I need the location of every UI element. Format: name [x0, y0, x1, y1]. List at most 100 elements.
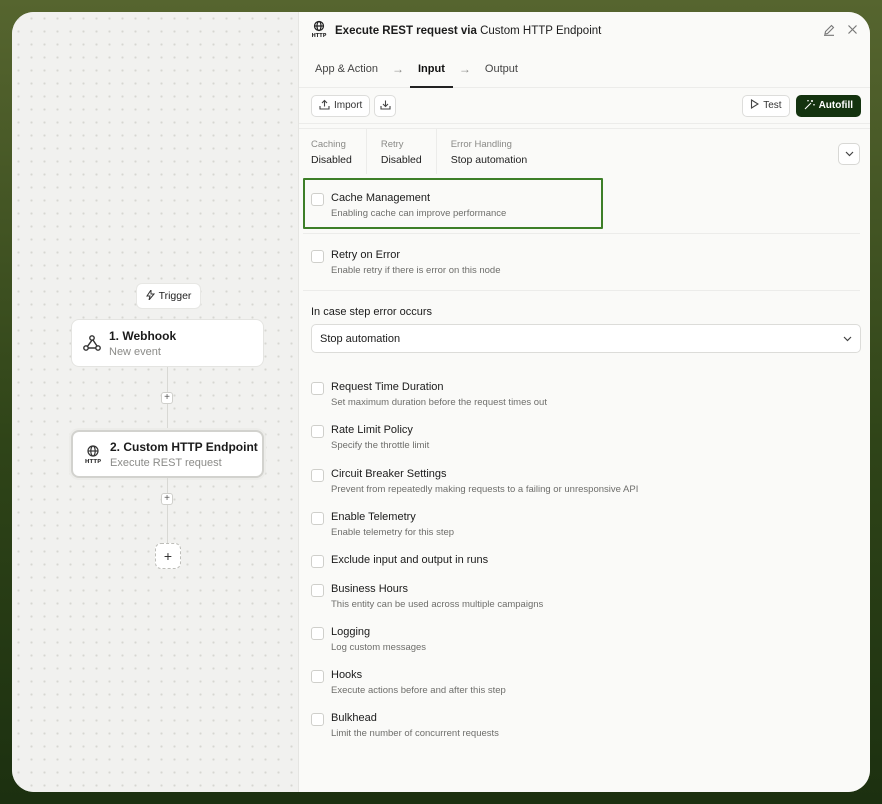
download-icon — [380, 99, 391, 113]
option-hooks[interactable]: Hooks Execute actions before and after th… — [311, 669, 506, 696]
option-desc: Specify the throttle limit — [331, 440, 430, 451]
option-title: Cache Management — [331, 192, 431, 204]
summary-label: Retry — [380, 139, 404, 150]
node-title: 1. Webhook — [109, 328, 177, 343]
summary-label: Caching — [311, 139, 346, 150]
http-globe-icon: HTTP — [311, 20, 327, 43]
option-title: Exclude input and output in runs — [331, 554, 489, 566]
option-desc: Execute actions before and after this st… — [331, 685, 506, 696]
option-title: Logging — [331, 626, 371, 638]
summary-error-handling: Error Handling Stop automation — [451, 129, 541, 174]
chevron-down-icon — [843, 333, 852, 345]
option-title: Business Hours — [331, 583, 409, 595]
step-config-panel: HTTP Execute REST request via Custom HTT… — [298, 12, 870, 792]
option-cache-management[interactable]: Cache Management Enabling cache can impr… — [311, 192, 506, 219]
option-title: Retry on Error — [331, 249, 401, 261]
circuit-breaker-settings-checkbox[interactable] — [311, 469, 324, 482]
error-handling-value: Stop automation — [320, 332, 401, 345]
option-title: Request Time Duration — [331, 381, 444, 393]
chevron-down-icon — [845, 149, 854, 160]
option-logging[interactable]: Logging Log custom messages — [311, 626, 426, 653]
svg-text:HTTP: HTTP — [85, 459, 101, 464]
connector-line — [167, 478, 168, 544]
download-button[interactable] — [374, 94, 397, 117]
divider — [303, 233, 860, 234]
upload-icon — [319, 99, 330, 113]
option-retry-on-error[interactable]: Retry on Error Enable retry if there is … — [311, 249, 501, 276]
node-subtitle: New event — [109, 345, 161, 358]
option-circuit-breaker-settings[interactable]: Circuit Breaker Settings Prevent from rep… — [311, 468, 638, 495]
summary-value: Stop automation — [450, 154, 528, 166]
node-subtitle: Execute REST request — [110, 456, 222, 469]
trigger-label: Trigger — [158, 290, 192, 302]
step-tabs: App & Action → Input → Output — [299, 50, 870, 88]
play-icon — [750, 99, 760, 112]
svg-text:HTTP: HTTP — [312, 33, 327, 38]
cache-management-checkbox[interactable] — [311, 193, 324, 206]
tab-input[interactable]: Input — [410, 50, 453, 88]
panel-title-app: Custom HTTP Endpoint — [480, 25, 602, 37]
logging-checkbox[interactable] — [311, 627, 324, 640]
node-webhook[interactable]: 1. Webhook New event — [71, 319, 264, 367]
test-button[interactable]: Test — [742, 94, 790, 117]
option-bulkhead[interactable]: Bulkhead Limit the number of concurrent r… — [311, 712, 499, 739]
add-step-button[interactable]: + — [161, 493, 173, 505]
panel-title: Execute REST request via Custom HTTP End… — [335, 25, 601, 37]
panel-toolbar: Import Test Autofill — [299, 88, 870, 124]
request-time-duration-checkbox[interactable] — [311, 382, 324, 395]
hooks-checkbox[interactable] — [311, 670, 324, 683]
error-handling-select[interactable]: Stop automation — [311, 324, 861, 353]
add-node-button[interactable]: + — [155, 543, 181, 569]
retry-on-error-checkbox[interactable] — [311, 250, 324, 263]
option-exclude-input-and-output-in-runs[interactable]: Exclude input and output in runs — [311, 554, 488, 568]
option-desc: This entity can be used across multiple … — [331, 599, 544, 610]
add-step-button[interactable]: + — [161, 392, 173, 404]
option-title: Circuit Breaker Settings — [331, 468, 447, 480]
autofill-button[interactable]: Autofill — [795, 94, 861, 117]
app-frame: Trigger 1. Webhook New event + HTTP 2. C… — [12, 12, 870, 792]
magic-wand-icon — [804, 99, 815, 113]
node-custom-http-endpoint[interactable]: HTTP 2. Custom HTTP Endpoint Execute RES… — [71, 430, 264, 478]
arrow-right-icon: → — [392, 61, 404, 76]
summary-retry: Retry Disabled — [381, 129, 437, 174]
option-title: Bulkhead — [331, 712, 377, 724]
edit-icon[interactable] — [823, 24, 835, 39]
arrow-right-icon: → — [458, 61, 471, 76]
http-globe-icon: HTTP — [82, 443, 104, 465]
summary-value: Disabled — [380, 154, 422, 166]
node-title: 2. Custom HTTP Endpoint — [110, 439, 258, 454]
import-button[interactable]: Import — [311, 94, 371, 117]
option-title: Hooks — [331, 669, 363, 681]
option-desc: Prevent from repeatedly making requests … — [331, 484, 639, 495]
option-enable-telemetry[interactable]: Enable Telemetry Enable telemetry for thi… — [311, 511, 454, 538]
option-business-hours[interactable]: Business Hours This entity can be used ac… — [311, 583, 543, 610]
option-title: Rate Limit Policy — [331, 424, 413, 436]
option-rate-limit-policy[interactable]: Rate Limit Policy Specify the throttle li… — [311, 424, 429, 451]
webhook-icon — [81, 332, 103, 354]
rate-limit-policy-checkbox[interactable] — [311, 425, 324, 438]
option-desc: Enabling cache can improve performance — [331, 208, 507, 219]
bulkhead-checkbox[interactable] — [311, 713, 324, 726]
test-label: Test — [763, 100, 782, 111]
exclude-input-and-output-in-runs-checkbox[interactable] — [311, 555, 324, 568]
divider — [303, 290, 860, 291]
summary-label: Error Handling — [450, 139, 512, 150]
panel-title-action: Execute REST request via — [335, 25, 477, 37]
option-desc: Enable retry if there is error on this n… — [331, 265, 501, 276]
business-hours-checkbox[interactable] — [311, 584, 324, 597]
option-desc: Log custom messages — [331, 642, 427, 653]
collapse-settings-button[interactable] — [838, 143, 860, 165]
settings-summary: Caching Disabled Retry Disabled Error Ha… — [299, 128, 870, 174]
tab-output[interactable]: Output — [485, 50, 518, 87]
option-desc: Limit the number of concurrent requests — [331, 728, 499, 739]
close-icon[interactable] — [847, 24, 858, 39]
workflow-canvas[interactable]: Trigger 1. Webhook New event + HTTP 2. C… — [12, 12, 298, 792]
option-request-time-duration[interactable]: Request Time Duration Set maximum duratio… — [311, 381, 547, 408]
option-desc: Set maximum duration before the request … — [331, 397, 547, 408]
tab-app-action[interactable]: App & Action — [315, 50, 378, 87]
option-title: Enable Telemetry — [331, 511, 416, 523]
panel-header: HTTP Execute REST request via Custom HTT… — [299, 12, 870, 50]
enable-telemetry-checkbox[interactable] — [311, 512, 324, 525]
autofill-label: Autofill — [818, 100, 853, 111]
trigger-chip[interactable]: Trigger — [136, 283, 201, 309]
